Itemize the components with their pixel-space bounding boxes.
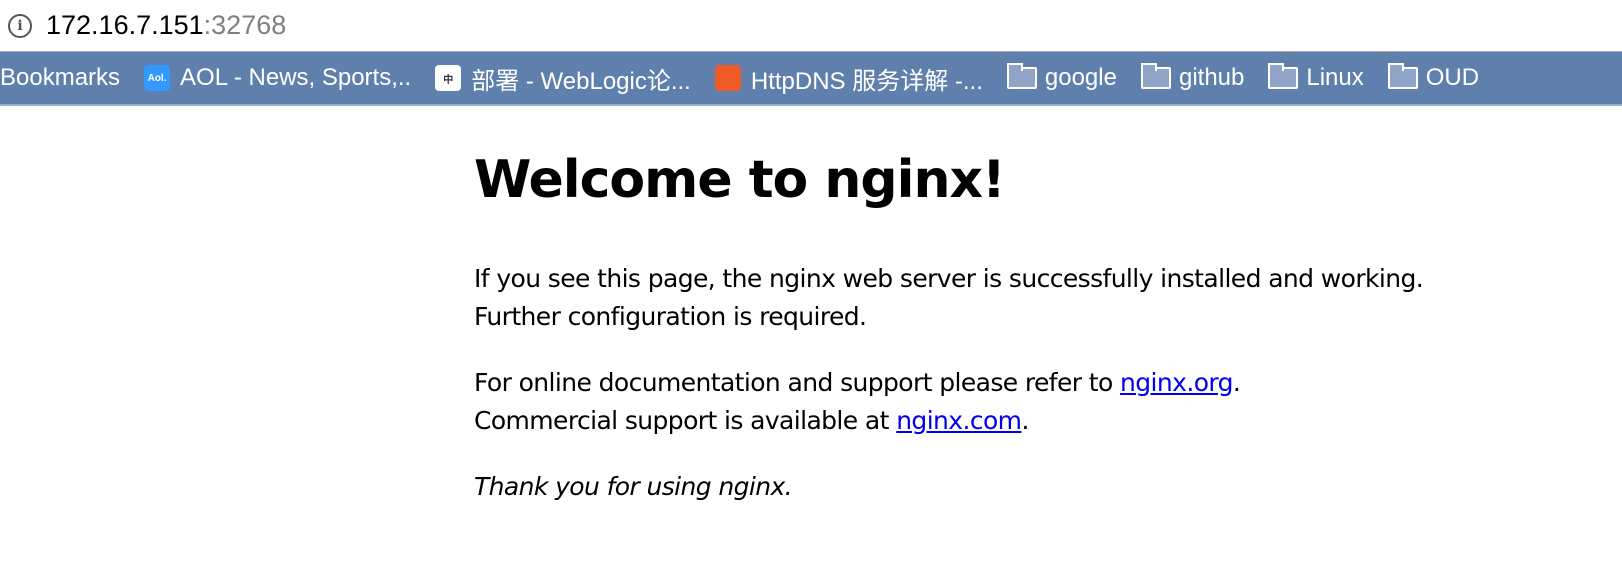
folder-icon (1140, 63, 1171, 89)
bookmark-label: Linux (1306, 64, 1364, 91)
docs-text: For online documentation and support ple… (474, 368, 1121, 397)
folder-icon (1006, 63, 1037, 89)
page-content: Welcome to nginx! If you see this page, … (474, 150, 1474, 534)
bookmark-label: 部署 - WebLogic论... (471, 67, 691, 95)
url-text[interactable]: 172.16.7.151:32768 (46, 10, 286, 41)
url-host: 172.16.7.151 (46, 10, 204, 40)
folder-icon (1387, 63, 1418, 89)
thanks-text: Thank you for using nginx. (474, 472, 793, 501)
bookmark-label: google (1044, 64, 1117, 91)
bookmark-folder[interactable]: github (1140, 63, 1245, 92)
url-port: :32768 (203, 10, 287, 40)
favicon-icon (714, 65, 741, 91)
bookmark-label: Bookmarks (0, 64, 121, 91)
period: . (1232, 368, 1241, 397)
nginx-org-link[interactable]: nginx.org (1120, 368, 1233, 397)
bookmark-label: OUD (1425, 64, 1480, 91)
bookmarks-bar: Bookmarks Aol. AOL - News, Sports,.. 中部署 - … (0, 52, 1622, 106)
thanks-paragraph: Thank you for using nginx. (474, 468, 1474, 506)
period: . (1021, 406, 1029, 435)
bookmark-label: AOL - News, Sports,.. (180, 64, 412, 91)
bookmark-item[interactable]: Aol. AOL - News, Sports,.. (144, 64, 411, 92)
bookmark-label: github (1178, 64, 1245, 91)
commercial-text: Commercial support is available at (474, 406, 897, 435)
docs-paragraph: For online documentation and support ple… (474, 364, 1474, 440)
favicon-icon: 中 (435, 65, 462, 91)
bookmark-item[interactable]: 中部署 - WebLogic论... (435, 61, 691, 96)
bookmark-folder[interactable]: google (1006, 63, 1117, 92)
bookmark-folder[interactable]: Linux (1268, 63, 1364, 92)
bookmark-folder[interactable]: OUD (1387, 63, 1480, 92)
intro-paragraph: If you see this page, the nginx web serv… (474, 264, 1424, 331)
info-icon[interactable]: i (8, 13, 32, 38)
page-title: Welcome to nginx! (474, 150, 1006, 210)
bookmark-item[interactable]: Bookmarks (0, 64, 120, 92)
nginx-com-link[interactable]: nginx.com (896, 406, 1022, 435)
address-bar[interactable]: i 172.16.7.151:32768 (0, 0, 1622, 52)
bookmark-item[interactable]: HttpDNS 服务详解 -... (714, 61, 983, 96)
folder-icon (1268, 63, 1299, 89)
bookmark-label: HttpDNS 服务详解 -... (750, 67, 983, 95)
favicon-icon: Aol. (144, 65, 171, 91)
